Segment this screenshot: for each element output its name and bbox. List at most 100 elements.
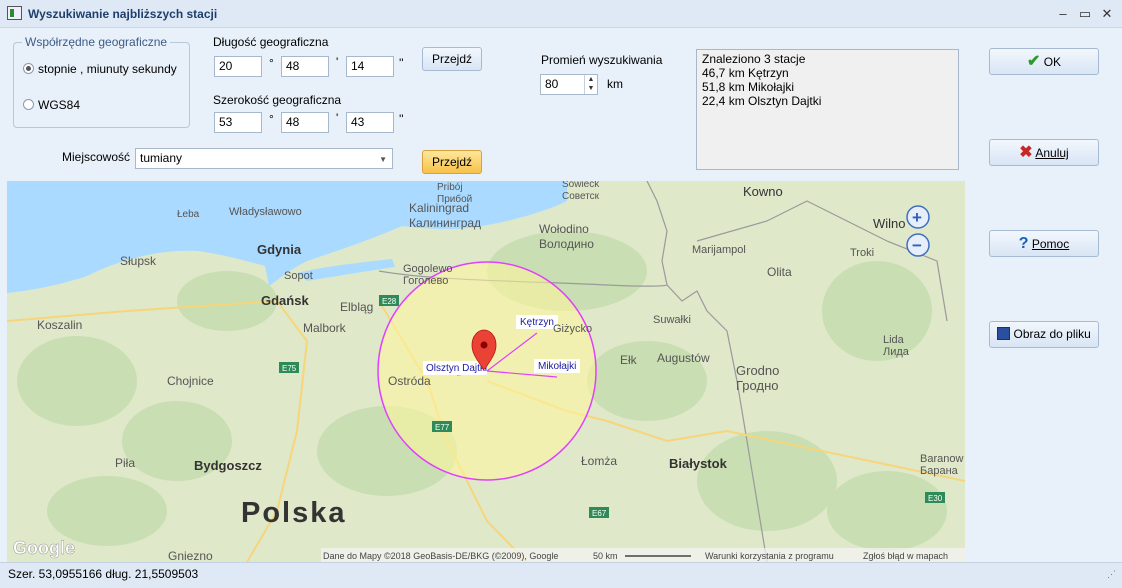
city-label: Suwałki [653, 314, 691, 326]
check-icon: ✔ [1026, 53, 1041, 70]
station-label[interactable]: Olsztyn Dajtki [426, 363, 487, 374]
map-report-link[interactable]: Zgłoś błąd w mapach [863, 551, 948, 561]
latitude-sec-input[interactable]: 43 [346, 112, 394, 133]
city-label: Lida [883, 334, 905, 346]
map-view[interactable]: Kętrzyn Mikołajki Olsztyn Dajtki Kowno K… [7, 181, 965, 562]
locality-select[interactable]: tumiany ▼ [135, 148, 393, 169]
map-terms-link[interactable]: Warunki korzystania z programu [705, 551, 834, 561]
station-label[interactable]: Kętrzyn [520, 317, 554, 328]
longitude-label: Długość geograficzna [213, 35, 329, 49]
cancel-button[interactable]: ✖ Anuluj [989, 139, 1099, 166]
locality-value: tumiany [140, 151, 183, 165]
city-label: Калининград [409, 216, 481, 230]
radius-label: Promień wyszukiwania [541, 53, 663, 67]
city-label: Володино [539, 237, 594, 251]
cross-icon: ✖ [1019, 144, 1033, 161]
results-box: Znaleziono 3 stacje 46,7 km Kętrzyn 51,8… [696, 49, 959, 170]
longitude-min-input[interactable]: 48 [281, 56, 329, 77]
city-label: Troki [850, 247, 874, 259]
radius-unit: km [607, 77, 623, 91]
city-label: Gniezno [168, 549, 213, 562]
stepper-down-icon[interactable]: ▼ [585, 84, 597, 93]
radio-dms[interactable] [23, 63, 34, 74]
city-label: Augustów [657, 351, 710, 365]
help-button[interactable]: ? Pomoc [989, 230, 1099, 257]
road-shield: E77 [435, 423, 450, 432]
chevron-down-icon[interactable]: ▼ [379, 152, 387, 167]
city-label: Słupsk [120, 254, 157, 268]
city-label: Pribój [437, 182, 463, 193]
city-label: Giżycko [553, 323, 592, 335]
city-label: Gdańsk [261, 293, 309, 308]
longitude-deg-input[interactable]: 20 [214, 56, 262, 77]
coords-group [13, 42, 190, 128]
radio-dms-label[interactable]: stopnie , miunuty sekundy [38, 62, 177, 76]
locality-label: Miejscowość [62, 150, 131, 164]
city-label: Łomża [581, 454, 617, 468]
zoom-in-label[interactable]: + [912, 208, 922, 227]
status-text: Szer. 53,0955166 dług. 21,5509503 [8, 567, 199, 581]
city-label: Kowno [743, 184, 783, 199]
city-label: Malbork [303, 321, 347, 335]
longitude-deg-symbol: ° [269, 56, 274, 70]
city-label: Барана [920, 465, 959, 477]
latitude-deg-symbol: ° [269, 112, 274, 126]
road-shield: E28 [382, 297, 397, 306]
city-label: Лида [883, 346, 910, 358]
go-locality-button[interactable]: Przejdź [422, 150, 482, 174]
city-label: Koszalin [37, 318, 82, 332]
city-label: Elbląg [340, 300, 373, 314]
city-label: Ełk [620, 353, 638, 367]
city-label: Chojnice [167, 374, 214, 388]
latitude-sec-symbol: '' [399, 112, 404, 126]
station-label[interactable]: Mikołajki [538, 361, 576, 372]
coords-group-legend: Współrzędne geograficzne [22, 35, 171, 49]
app-icon [7, 6, 22, 20]
latitude-min-symbol: ' [336, 111, 339, 125]
city-label: Советск [562, 191, 600, 202]
resize-grip-icon[interactable]: ⋰ [1107, 569, 1116, 580]
save-image-button[interactable]: Obraz do pliku [989, 321, 1099, 348]
road-shield: E75 [282, 364, 297, 373]
radio-wgs84-label[interactable]: WGS84 [38, 98, 80, 112]
latitude-deg-input[interactable]: 53 [214, 112, 262, 133]
title-bar: Wyszukiwanie najbliższych stacji ‒ ▭ ✕ [0, 0, 1122, 28]
results-line: 51,8 km Mikołajki [702, 80, 795, 94]
city-label: Wołodino [539, 222, 589, 236]
city-label: Piła [115, 456, 135, 470]
city-label: Baranow [920, 453, 963, 465]
minimize-icon[interactable]: ‒ [1052, 4, 1074, 24]
radio-wgs84[interactable] [23, 99, 34, 110]
zoom-out-label[interactable]: − [912, 236, 922, 255]
city-label: Гоголево [403, 275, 448, 287]
city-label: Sowieck [562, 181, 600, 190]
cancel-label: Anuluj [1035, 146, 1069, 160]
status-bar: Szer. 53,0955166 dług. 21,5509503 ⋰ [0, 562, 1122, 588]
city-label: Gogolewo [403, 263, 453, 275]
help-label: Pomoc [1031, 237, 1070, 251]
map-attribution: Dane do Mapy ©2018 GeoBasis-DE/BKG (©200… [323, 551, 558, 561]
go-coords-button[interactable]: Przejdź [422, 47, 482, 71]
map-canvas[interactable]: Kętrzyn Mikołajki Olsztyn Dajtki Kowno K… [7, 181, 965, 562]
results-line: 46,7 km Kętrzyn [702, 66, 789, 80]
longitude-min-symbol: ' [336, 55, 339, 69]
map-scale-label: 50 km [593, 551, 618, 561]
latitude-min-input[interactable]: 48 [281, 112, 329, 133]
longitude-sec-input[interactable]: 14 [346, 56, 394, 77]
maximize-icon[interactable]: ▭ [1074, 4, 1096, 24]
city-label: Łeba [177, 209, 200, 220]
city-label: Olita [767, 265, 792, 279]
latitude-label: Szerokość geograficzna [213, 93, 342, 107]
stepper-up-icon[interactable]: ▲ [585, 75, 597, 84]
close-icon[interactable]: ✕ [1096, 4, 1118, 24]
radius-stepper[interactable]: ▲ ▼ [584, 75, 597, 94]
road-shield: E67 [592, 509, 607, 518]
city-label: Białystok [669, 456, 728, 471]
google-logo: Google [13, 538, 75, 558]
city-label: Władysławowo [229, 206, 302, 218]
question-icon: ? [1018, 235, 1029, 252]
country-label: Polska [241, 497, 347, 529]
city-label: Прибой [437, 193, 472, 205]
ok-label: OK [1043, 55, 1062, 69]
ok-button[interactable]: ✔ OK [989, 48, 1099, 75]
